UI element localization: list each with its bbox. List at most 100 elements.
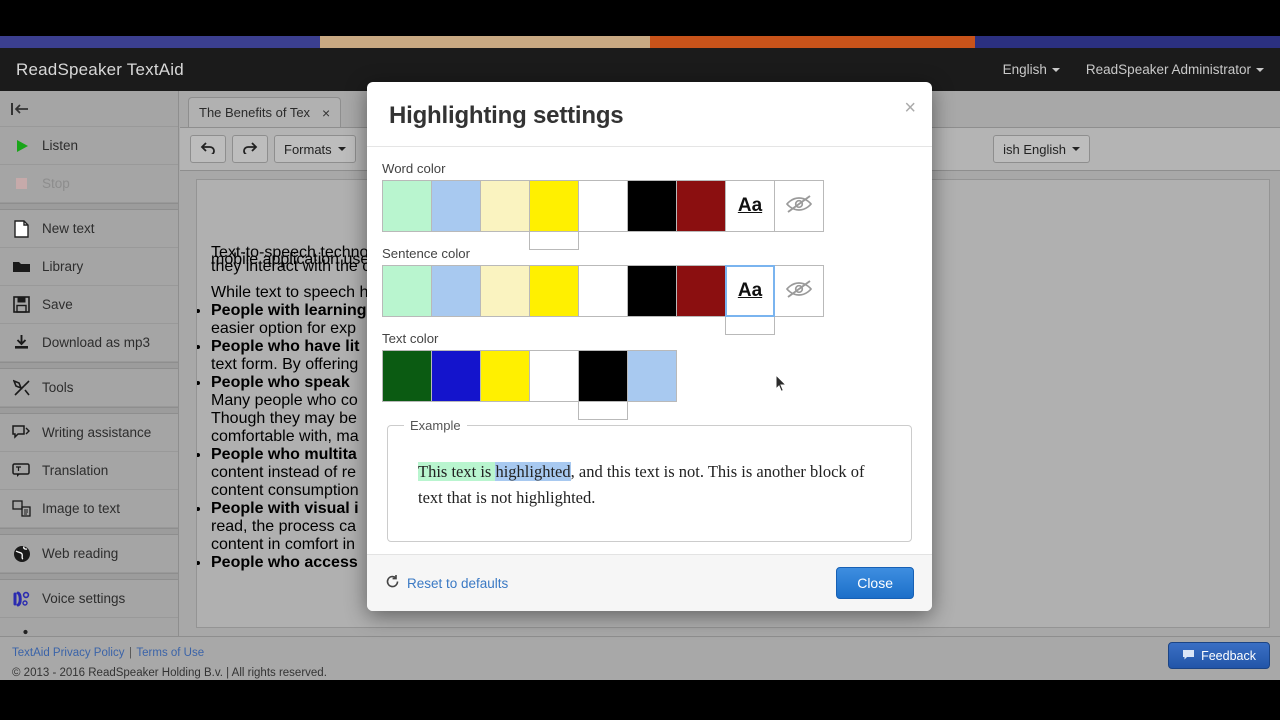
user-menu[interactable]: ReadSpeaker Administrator <box>1086 62 1264 77</box>
language-menu-label: English <box>1002 62 1047 77</box>
color-swatch[interactable] <box>382 350 432 402</box>
chevron-down-icon <box>1051 67 1060 72</box>
sidebar-item-new-text[interactable]: New text <box>0 210 178 248</box>
play-icon <box>12 136 31 155</box>
sentence-color-hide-button[interactable] <box>774 265 824 317</box>
close-button[interactable]: Close <box>836 567 914 599</box>
color-swatch[interactable] <box>382 180 432 232</box>
sidebar-item-label: Voice settings <box>42 591 126 606</box>
color-swatch[interactable] <box>480 265 530 317</box>
copyright-text: © 2013 - 2016 ReadSpeaker Holding B.v. |… <box>12 667 327 679</box>
letterbox-top <box>0 0 1280 36</box>
sidebar-collapse-button[interactable] <box>0 91 178 127</box>
list-item-text: Many people who co <box>211 392 358 409</box>
color-swatch[interactable] <box>529 265 579 317</box>
feedback-button[interactable]: Feedback <box>1168 642 1270 669</box>
color-swatch[interactable] <box>382 265 432 317</box>
list-item-text: Though they may be <box>211 410 357 427</box>
terms-of-use-link[interactable]: Terms of Use <box>136 647 204 659</box>
color-swatch[interactable] <box>676 265 726 317</box>
section-label: Sentence color <box>382 246 470 261</box>
privacy-policy-link[interactable]: TextAid Privacy Policy <box>12 647 124 659</box>
color-swatch[interactable] <box>578 180 628 232</box>
formats-dropdown[interactable]: Formats <box>274 135 356 163</box>
list-item-text: content consumption <box>211 482 359 499</box>
color-swatch[interactable] <box>431 180 481 232</box>
dialog-title: Highlighting settings <box>389 102 624 129</box>
letterbox-bottom <box>0 680 1280 720</box>
footer-separator: | <box>128 647 132 659</box>
speech-bubble-icon <box>1182 649 1195 663</box>
color-swatch[interactable] <box>480 350 530 402</box>
sidebar-divider <box>0 573 178 580</box>
list-item-bold: People who multita <box>211 446 357 463</box>
sidebar-item-listen[interactable]: Listen <box>0 127 178 165</box>
app-root: ReadSpeaker TextAid English ReadSpeaker … <box>0 0 1280 720</box>
undo-button[interactable] <box>190 135 226 163</box>
reset-label: Reset to defaults <box>407 575 509 591</box>
color-swatch-selected[interactable] <box>529 180 579 250</box>
redo-button[interactable] <box>232 135 268 163</box>
dialog-header: Highlighting settings × <box>367 82 932 147</box>
color-swatch[interactable] <box>431 265 481 317</box>
color-swatch[interactable] <box>431 350 481 402</box>
word-color-swatches: Aa <box>382 180 917 250</box>
color-swatch[interactable] <box>529 350 579 402</box>
language-dropdown[interactable]: ish English <box>993 135 1090 163</box>
sidebar-item-library[interactable]: Library <box>0 248 178 286</box>
new-document-icon <box>12 219 31 238</box>
language-menu[interactable]: English <box>1003 62 1060 77</box>
sidebar-item-label: Writing assistance <box>42 425 152 440</box>
color-swatch[interactable] <box>627 350 677 402</box>
voice-settings-icon <box>12 589 31 608</box>
sidebar-item-label: Tools <box>42 380 74 395</box>
list-item-bold: People who speak <box>211 374 350 391</box>
sidebar-item-translation[interactable]: Translation <box>0 452 178 490</box>
reset-to-defaults-button[interactable]: Reset to defaults <box>385 574 508 593</box>
word-color-text-button[interactable]: Aa <box>725 180 775 232</box>
color-swatch[interactable] <box>627 180 677 232</box>
sidebar-item-save[interactable]: Save <box>0 286 178 324</box>
tab-document[interactable]: The Benefits of Tex × <box>188 97 342 127</box>
floppy-disk-icon <box>12 295 31 314</box>
sidebar-divider <box>0 362 178 369</box>
color-swatch-selected[interactable] <box>578 350 628 420</box>
color-swatch[interactable] <box>676 180 726 232</box>
document-bullet-list: People with learningeasier option for ex… <box>211 302 392 572</box>
sidebar-item-image-to-text[interactable]: Image to text <box>0 490 178 528</box>
brand-color-stripe <box>0 36 1280 48</box>
list-item-text: easier option for exp <box>211 320 356 337</box>
formats-label: Formats <box>284 141 332 157</box>
sidebar-item-label: Image to text <box>42 501 121 516</box>
close-icon[interactable]: × <box>904 98 916 118</box>
list-item: People who multitacontent instead of rec… <box>211 446 392 500</box>
example-preview: Example This text is highlighted, and th… <box>387 418 912 542</box>
sidebar-item-stop[interactable]: Stop <box>0 165 178 203</box>
list-item-text: content in comfort in <box>211 536 356 553</box>
sentence-color-text-button-selected[interactable]: Aa <box>725 265 775 335</box>
section-label: Text color <box>382 331 439 346</box>
sidebar-item-label: Download as mp3 <box>42 335 151 350</box>
redo-icon <box>242 141 258 157</box>
close-icon[interactable]: × <box>322 105 330 121</box>
example-text: This text is highlighted, and this text … <box>404 441 895 519</box>
sidebar-item-writing-assistance[interactable]: Writing assistance <box>0 414 178 452</box>
word-color-hide-button[interactable] <box>774 180 824 232</box>
eye-slash-icon <box>784 278 814 305</box>
list-item: People who access <box>211 554 392 572</box>
color-swatch[interactable] <box>627 265 677 317</box>
dialog-footer: Reset to defaults Close <box>367 554 932 611</box>
image-to-text-icon <box>12 499 31 518</box>
color-swatch[interactable] <box>480 180 530 232</box>
sidebar-item-tools[interactable]: Tools <box>0 369 178 407</box>
example-legend: Example <box>410 418 461 433</box>
sidebar-item-web-reading[interactable]: Web reading <box>0 535 178 573</box>
sidebar-item-voice-settings[interactable]: Voice settings <box>0 580 178 618</box>
color-swatch[interactable] <box>578 265 628 317</box>
sidebar-item-download-mp3[interactable]: Download as mp3 <box>0 324 178 362</box>
sidebar-divider <box>0 407 178 414</box>
text-color-section: Text color <box>382 331 917 420</box>
sidebar-divider <box>0 528 178 535</box>
dialog-body: Word color Aa Sentence color Aa Text col… <box>367 147 932 554</box>
header-actions: English ReadSpeaker Administrator <box>1003 62 1264 77</box>
